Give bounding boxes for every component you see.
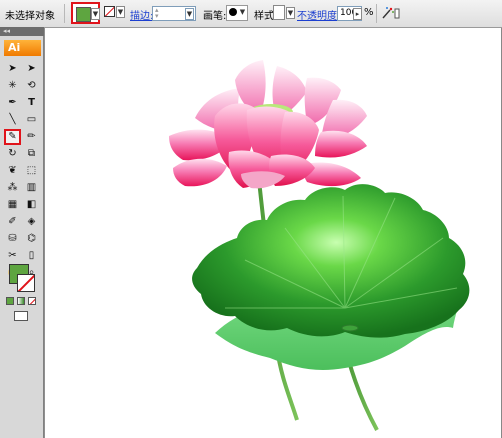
slice-tool-icon[interactable]: ✂ bbox=[4, 248, 21, 264]
chevron-down-icon[interactable]: ▼ bbox=[185, 8, 194, 20]
fill-swatch bbox=[76, 7, 91, 22]
opacity-unit: % bbox=[364, 7, 374, 18]
graphic-style-selector[interactable]: ▼ bbox=[273, 5, 295, 21]
leaf-center bbox=[341, 324, 359, 332]
recolor-artwork-button[interactable] bbox=[380, 6, 400, 20]
toolbox-collapse[interactable]: ◂◂ bbox=[0, 27, 44, 36]
selection-tool-icon[interactable]: ➤ bbox=[4, 61, 21, 77]
warp-tool-icon[interactable]: ❦ bbox=[4, 163, 21, 179]
lotus-artwork bbox=[169, 60, 470, 431]
rectangle-tool-icon[interactable]: ▭ bbox=[23, 112, 40, 128]
chevron-down-icon: ▼ bbox=[286, 7, 295, 19]
fill-color-selector[interactable]: ▼ bbox=[71, 2, 100, 24]
rotate-tool-icon[interactable]: ↻ bbox=[4, 146, 21, 162]
style-swatch bbox=[273, 5, 285, 20]
scale-tool-icon[interactable]: ⧉ bbox=[23, 146, 40, 162]
free-transform-tool-icon[interactable]: ⬚ bbox=[23, 163, 40, 179]
lasso-tool-icon[interactable]: ⟲ bbox=[23, 78, 40, 94]
stroke-weight-field[interactable]: ▴ ▾ ▼ bbox=[152, 6, 196, 21]
chevron-down-icon: ▼ bbox=[91, 8, 100, 20]
opacity-link[interactable]: 不透明度: bbox=[297, 7, 340, 22]
artboard-canvas[interactable] bbox=[45, 28, 502, 438]
eraser-tool-icon[interactable]: ▯ bbox=[23, 248, 40, 264]
brush-label: 画笔: bbox=[203, 11, 227, 22]
lotus-flower bbox=[169, 60, 367, 189]
lotus-leaf bbox=[192, 184, 470, 338]
stepper-down-icon[interactable]: ▾ bbox=[155, 13, 159, 20]
stroke-color-selector[interactable]: ▼ bbox=[104, 6, 126, 20]
color-mode-button[interactable] bbox=[6, 297, 14, 305]
symbol-sprayer-tool-icon[interactable]: ⁂ bbox=[4, 180, 21, 196]
chevron-down-icon: ▼ bbox=[239, 8, 246, 16]
pen-tool-icon[interactable]: ✒ bbox=[4, 95, 21, 111]
stroke-color-box[interactable] bbox=[17, 274, 35, 292]
none-mode-button[interactable] bbox=[28, 297, 36, 305]
screen-mode-button[interactable] bbox=[14, 311, 28, 321]
gradient-mode-button[interactable] bbox=[17, 297, 25, 305]
direct-selection-tool-icon[interactable]: ➤ bbox=[23, 61, 40, 77]
blend-tool-icon[interactable]: ◈ bbox=[23, 214, 40, 230]
eyedropper-tool-icon[interactable]: ✐ bbox=[4, 214, 21, 230]
mesh-tool-icon[interactable]: ▦ bbox=[4, 197, 21, 213]
brush-dot-icon bbox=[229, 8, 237, 16]
divider bbox=[64, 4, 65, 23]
pencil-tool-icon[interactable]: ✏ bbox=[23, 129, 40, 145]
recolor-icon bbox=[382, 7, 400, 19]
brush-selector[interactable]: ▼ bbox=[226, 5, 248, 21]
divider bbox=[376, 4, 377, 23]
paintbrush-tool-icon[interactable]: ✎ bbox=[4, 129, 21, 145]
control-bar: 未选择对象 ▼ ▼ 描边: ▴ ▾ ▼ 画笔: ▼ 样式: ▼ 不透明度: 10… bbox=[0, 0, 502, 28]
magic-wand-tool-icon[interactable]: ✳ bbox=[4, 78, 21, 94]
live-paint-selection-tool-icon[interactable]: ⌬ bbox=[23, 231, 40, 247]
selection-status: 未选择对象 bbox=[5, 11, 55, 22]
leaf-stem bbox=[346, 357, 379, 431]
stroke-link[interactable]: 描边: bbox=[130, 7, 153, 22]
chevron-down-icon: ▼ bbox=[116, 6, 125, 18]
toolbox: Ai ➤ ➤ ✳ ⟲ ✒ T ╲ ▭ ✎ ✏ ↻ ⧉ ❦ ⬚ ⁂ ▥ ▦ ◧ ✐… bbox=[0, 36, 44, 438]
column-graph-tool-icon[interactable]: ▥ bbox=[23, 180, 40, 196]
live-paint-bucket-tool-icon[interactable]: ⛁ bbox=[4, 231, 21, 247]
type-tool-icon[interactable]: T bbox=[23, 95, 40, 111]
stroke-none-icon bbox=[104, 6, 115, 17]
ai-logo: Ai bbox=[4, 40, 41, 56]
line-tool-icon[interactable]: ╲ bbox=[4, 112, 21, 128]
gradient-tool-icon[interactable]: ◧ bbox=[23, 197, 40, 213]
chevron-right-icon[interactable]: ▸ bbox=[353, 8, 362, 20]
